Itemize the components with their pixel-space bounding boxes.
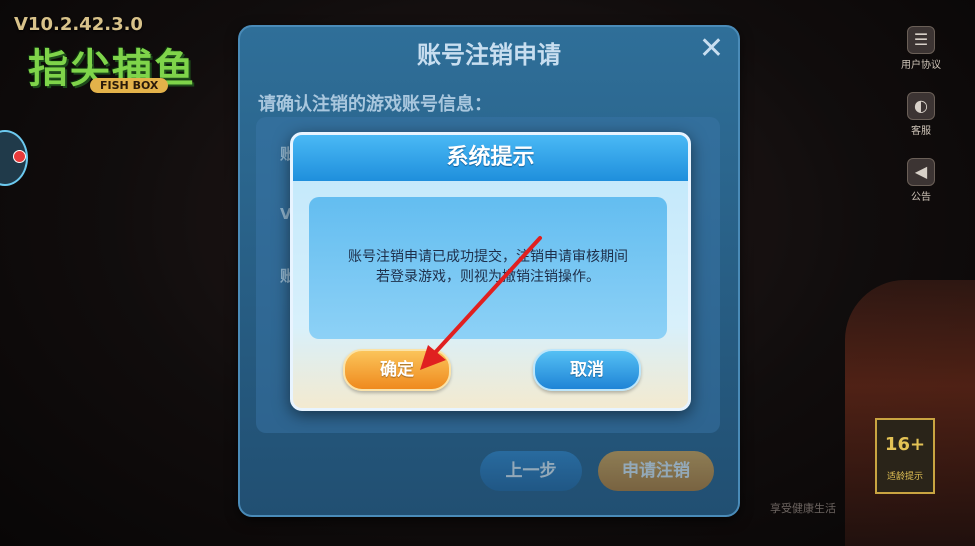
age-rating-number: 16+ xyxy=(884,434,926,455)
dialog-message-box: 账号注销申请已成功提交，注销申请审核期间 若登录游戏，则视为撤销注销操作。 xyxy=(309,197,667,339)
apply-cancellation-button[interactable]: 申请注销 xyxy=(598,451,714,491)
panel-prompt: 请确认注销的游戏账号信息： xyxy=(258,94,492,115)
dialog-message-line1: 账号注销申请已成功提交，注销申请审核期间 xyxy=(348,249,628,265)
game-logo: 指尖捕鱼 FISH BOX xyxy=(28,36,228,98)
customer-service-button[interactable]: ◐ 客服 xyxy=(901,92,941,137)
confirm-button[interactable]: 确定 xyxy=(343,349,451,391)
dialog-message-line2: 若登录游戏，则视为撤销注销操作。 xyxy=(376,269,600,285)
character-art xyxy=(845,280,975,546)
dialog-message: 账号注销申请已成功提交，注销申请审核期间 若登录游戏，则视为撤销注销操作。 xyxy=(309,247,667,287)
headset-icon: ◐ xyxy=(907,92,935,120)
logo-subtitle: FISH BOX xyxy=(90,78,169,93)
age-rating-badge: 16+ 适龄提示 xyxy=(875,418,935,494)
user-agreement-label: 用户协议 xyxy=(901,60,941,71)
megaphone-icon: ◀ xyxy=(907,158,935,186)
panel-title: 账号注销申请 xyxy=(417,41,561,69)
dialog-title: 系统提示 xyxy=(446,145,535,170)
health-notice: 享受健康生活 xyxy=(770,502,836,515)
document-icon: ☰ xyxy=(907,26,935,54)
announcement-label: 公告 xyxy=(911,192,931,203)
announcement-button[interactable]: ◀ 公告 xyxy=(901,158,941,203)
customer-service-label: 客服 xyxy=(911,126,931,137)
cancel-button[interactable]: 取消 xyxy=(533,349,641,391)
close-icon[interactable]: ✕ xyxy=(699,31,724,66)
previous-step-button[interactable]: 上一步 xyxy=(480,451,582,491)
notification-dot xyxy=(13,150,26,163)
age-rating-label: 适龄提示 xyxy=(886,472,923,482)
dialog-header: 系统提示 xyxy=(293,135,688,181)
version-label: V10.2.42.3.0 xyxy=(14,14,143,35)
user-agreement-button[interactable]: ☰ 用户协议 xyxy=(901,26,941,71)
system-prompt-dialog: 系统提示 账号注销申请已成功提交，注销申请审核期间 若登录游戏，则视为撤销注销操… xyxy=(290,132,691,411)
